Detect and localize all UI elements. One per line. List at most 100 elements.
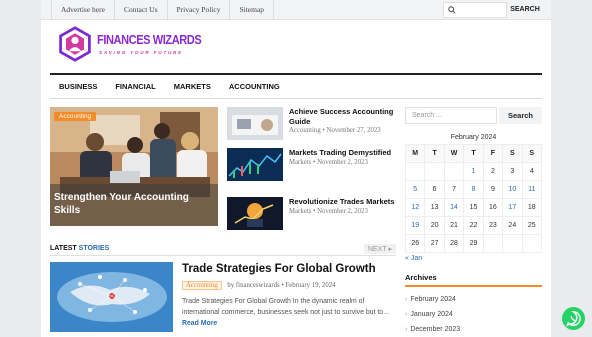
post-category[interactable]: Markets xyxy=(289,208,311,215)
post-category[interactable]: Markets xyxy=(289,159,311,166)
nav-accounting[interactable]: ACCOUNTING xyxy=(220,75,289,98)
calendar-day: 25 xyxy=(521,216,543,235)
article-category[interactable]: Accounting xyxy=(182,281,222,290)
calendar-day[interactable]: 14 xyxy=(443,198,465,217)
whatsapp-icon xyxy=(565,311,581,327)
calendar-day[interactable]: 5 xyxy=(404,180,426,199)
article-meta: Accounting by financeswizards • February… xyxy=(182,281,336,290)
calendar-day: 18 xyxy=(521,198,543,217)
link-contact[interactable]: Contact Us xyxy=(115,0,168,20)
calendar-day: 4 xyxy=(521,162,543,181)
top-bar: Advertise here Contact Us Privacy Policy… xyxy=(41,0,551,20)
read-more-link[interactable]: Read More xyxy=(182,320,217,327)
site-logo[interactable]: FINANCES WIZARDS SAVING YOUR FUTURE xyxy=(57,26,257,66)
post-thumbnail xyxy=(227,197,283,230)
article-title[interactable]: Trade Strategies For Global Growth xyxy=(182,263,376,275)
sidebar-search-input[interactable]: Search ... xyxy=(405,107,497,124)
calendar-day: 23 xyxy=(482,216,504,235)
logo-icon xyxy=(59,26,91,62)
calendar-day-header: M xyxy=(404,144,426,163)
calendar-day[interactable]: 12 xyxy=(404,198,426,217)
post-category[interactable]: Accounting xyxy=(289,127,321,134)
calendar-day xyxy=(502,234,523,253)
calendar-day: 9 xyxy=(482,180,504,199)
archive-link[interactable]: December 2023 xyxy=(405,326,460,333)
sidebar-search-button[interactable]: Search xyxy=(499,107,542,124)
section-title-b: STORIES xyxy=(78,245,110,252)
article-excerpt-text: Trade Strategies For Global Growth In th… xyxy=(182,298,389,316)
latest-stories-header: LATEST STORIES NEXT ▸ xyxy=(50,244,396,256)
next-label: NEXT xyxy=(367,246,387,253)
calendar-day xyxy=(521,234,543,253)
post-title[interactable]: Markets Trading Demystified xyxy=(289,148,404,158)
archive-link[interactable]: February 2024 xyxy=(405,296,456,303)
nav-markets[interactable]: MARKETS xyxy=(165,75,220,98)
calendar-day: 26 xyxy=(404,234,426,253)
link-privacy[interactable]: Privacy Policy xyxy=(168,0,231,20)
post-thumbnail xyxy=(227,107,283,140)
nav-financial[interactable]: FINANCIAL xyxy=(106,75,164,98)
side-post[interactable]: Revolutionize Trades Markets Markets • N… xyxy=(227,197,407,239)
calendar-day: 3 xyxy=(502,162,523,181)
calendar-day: 28 xyxy=(443,234,465,253)
calendar-week: 26 27 28 29 xyxy=(404,234,543,253)
featured-post[interactable]: Accounting Strengthen Your Accounting Sk… xyxy=(50,107,218,226)
calendar-day[interactable]: 1 xyxy=(463,162,484,181)
calendar-day-header: S xyxy=(502,144,523,163)
logo-tagline: SAVING YOUR FUTURE xyxy=(99,50,184,55)
featured-title[interactable]: Strengthen Your Accounting Skills xyxy=(54,191,214,217)
section-title-a: LATEST xyxy=(50,245,77,252)
top-search-input[interactable] xyxy=(443,2,507,18)
side-post[interactable]: Achieve Success Accounting Guide Account… xyxy=(227,107,407,149)
calendar-day[interactable]: 11 xyxy=(521,180,543,199)
article-excerpt: Trade Strategies For Global Growth In th… xyxy=(182,296,396,329)
calendar-day[interactable]: 19 xyxy=(404,216,426,235)
calendar-week: 19 20 21 22 23 24 25 xyxy=(404,216,543,235)
calendar-day xyxy=(424,162,445,181)
section-title: LATEST STORIES xyxy=(50,245,109,252)
post-title[interactable]: Revolutionize Trades Markets xyxy=(289,197,404,207)
calendar-day-header: F xyxy=(482,144,504,163)
calendar-week: 5 6 7 8 9 10 11 xyxy=(404,180,543,199)
main-nav: BUSINESS FINANCIAL MARKETS ACCOUNTING xyxy=(50,73,542,99)
calendar-day: 6 xyxy=(424,180,445,199)
calendar-day: 16 xyxy=(482,198,504,217)
post-title[interactable]: Achieve Success Accounting Guide xyxy=(289,107,404,127)
calendar-day-header: W xyxy=(443,144,465,163)
calendar-week: 1234 xyxy=(404,162,543,181)
link-advertise[interactable]: Advertise here xyxy=(51,0,115,20)
calendar-day[interactable]: 17 xyxy=(502,198,523,217)
side-post[interactable]: Markets Trading Demystified Markets • No… xyxy=(227,148,407,190)
calendar-day: 20 xyxy=(424,216,445,235)
nav-business[interactable]: BUSINESS xyxy=(50,75,106,98)
calendar-table: MTWTFSS 1 2 3 4 5 6 7 8 9 10 11 12 13 14 15 16 17 18 19 20 2… xyxy=(404,144,543,253)
calendar-day xyxy=(482,234,504,253)
calendar-week: 12 13 14 15 16 17 18 xyxy=(404,198,543,217)
top-search-button[interactable]: SEARCH xyxy=(507,2,543,18)
calendar-day: 22 xyxy=(463,216,484,235)
post-date: November 27, 2023 xyxy=(326,127,381,134)
calendar-day xyxy=(404,162,426,181)
archive-link[interactable]: January 2024 xyxy=(405,311,452,318)
next-button[interactable]: NEXT ▸ xyxy=(363,244,396,254)
post-meta: Markets • November 2, 2023 xyxy=(289,208,368,215)
calendar-day[interactable]: 8 xyxy=(463,180,484,199)
whatsapp-button[interactable] xyxy=(562,307,585,330)
link-sitemap[interactable]: Sitemap xyxy=(230,0,275,20)
calendar-day-header: S xyxy=(521,144,543,163)
featured-category[interactable]: Accounting xyxy=(54,112,97,121)
calendar-caption: February 2024 xyxy=(450,134,497,141)
article-image xyxy=(50,262,173,332)
article-date: February 19, 2024 xyxy=(285,282,336,289)
archives-title: Archives xyxy=(405,273,542,287)
calendar-day[interactable]: 10 xyxy=(502,180,523,199)
calendar-day: 13 xyxy=(424,198,445,217)
calendar-day: 21 xyxy=(443,216,465,235)
calendar-prev-link[interactable]: « Jan xyxy=(405,255,422,262)
logo-name: FINANCES WIZARDS xyxy=(97,32,202,47)
article-author[interactable]: by financeswizards xyxy=(227,282,279,289)
calendar-day: 24 xyxy=(502,216,523,235)
calendar-day: 7 xyxy=(443,180,465,199)
search-icon xyxy=(448,6,456,14)
post-date: November 2, 2023 xyxy=(317,159,368,166)
